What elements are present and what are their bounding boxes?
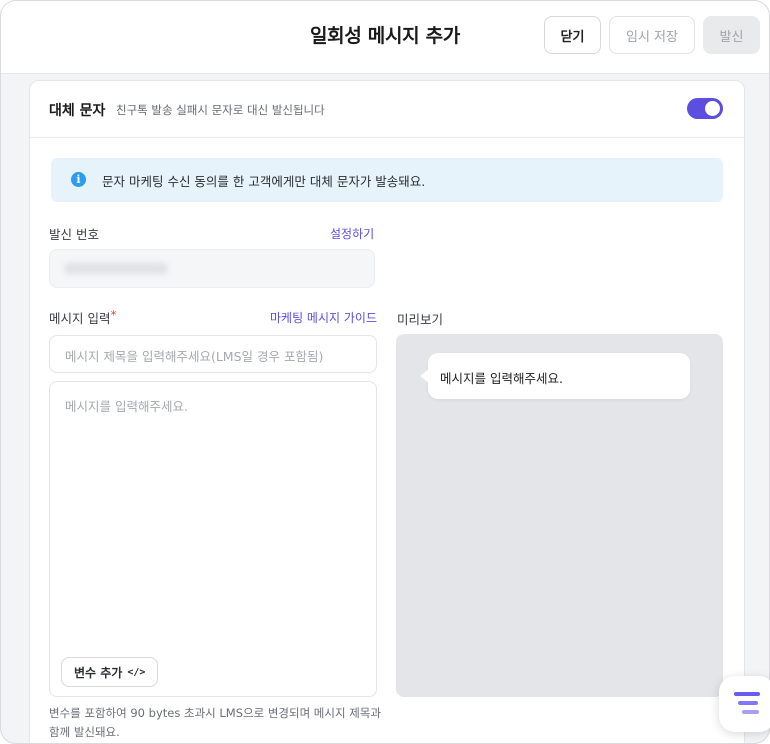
sender-settings-link[interactable]: 설정하기 bbox=[330, 225, 374, 242]
message-body-input[interactable]: 메시지를 입력해주세요. 변수 추가 </> bbox=[49, 381, 377, 697]
marketing-guide-link[interactable]: 마케팅 메시지 가이드 bbox=[270, 309, 377, 326]
code-icon: </> bbox=[127, 666, 146, 678]
close-button[interactable]: 닫기 bbox=[544, 16, 601, 54]
preview-label: 미리보기 bbox=[397, 312, 444, 327]
add-variable-button[interactable]: 변수 추가 </> bbox=[61, 657, 159, 687]
blurred-sender-number bbox=[64, 263, 168, 274]
required-mark: * bbox=[110, 308, 117, 322]
message-label-text: 메시지 입력 bbox=[49, 311, 111, 326]
menu-fab-icon[interactable] bbox=[719, 676, 770, 732]
menu-line bbox=[742, 710, 759, 714]
add-variable-label: 변수 추가 bbox=[74, 665, 123, 680]
section-title: 대체 문자 bbox=[49, 103, 106, 119]
notice-text: 문자 마케팅 수신 동의를 한 고객에게만 대체 문자가 발송돼요. bbox=[102, 174, 426, 189]
modal-header: 일회성 메시지 추가 닫기 임시 저장 발신 bbox=[1, 1, 769, 74]
fallback-sms-card: 대체 문자 친구톡 발송 실패시 문자로 대신 발신됩니다 i 문자 마케팅 수… bbox=[29, 80, 745, 743]
preview-bubble: 메시지를 입력해주세요. bbox=[420, 353, 690, 399]
menu-line bbox=[734, 692, 760, 696]
toggle-knob bbox=[705, 101, 720, 116]
menu-line bbox=[738, 701, 758, 705]
byte-limit-hint: 변수를 포함하여 90 bytes 초과시 LMS으로 변경되며 메시지 제목과… bbox=[49, 706, 381, 739]
send-button[interactable]: 발신 bbox=[703, 16, 760, 54]
sender-number-field[interactable] bbox=[49, 249, 375, 288]
card-header: 대체 문자 친구톡 발송 실패시 문자로 대신 발신됩니다 bbox=[30, 81, 744, 138]
fallback-toggle[interactable] bbox=[687, 98, 723, 119]
preview-panel: 메시지를 입력해주세요. bbox=[396, 334, 723, 697]
sender-label: 발신 번호 bbox=[49, 227, 99, 242]
message-label: 메시지 입력* bbox=[49, 308, 116, 327]
notice-banner: i 문자 마케팅 수신 동의를 한 고객에게만 대체 문자가 발송돼요. bbox=[51, 158, 723, 202]
section-description: 친구톡 발송 실패시 문자로 대신 발신됩니다 bbox=[116, 103, 325, 117]
preview-bubble-text: 메시지를 입력해주세요. bbox=[440, 371, 563, 386]
subject-input[interactable]: 메시지 제목을 입력해주세요(LMS일 경우 포함됨) bbox=[49, 335, 377, 373]
temp-save-button[interactable]: 임시 저장 bbox=[609, 16, 695, 54]
info-icon: i bbox=[71, 172, 86, 187]
body-placeholder: 메시지를 입력해주세요. bbox=[65, 399, 188, 414]
modal-window: 일회성 메시지 추가 닫기 임시 저장 발신 대체 문자 친구톡 발송 실패시 … bbox=[0, 0, 770, 744]
